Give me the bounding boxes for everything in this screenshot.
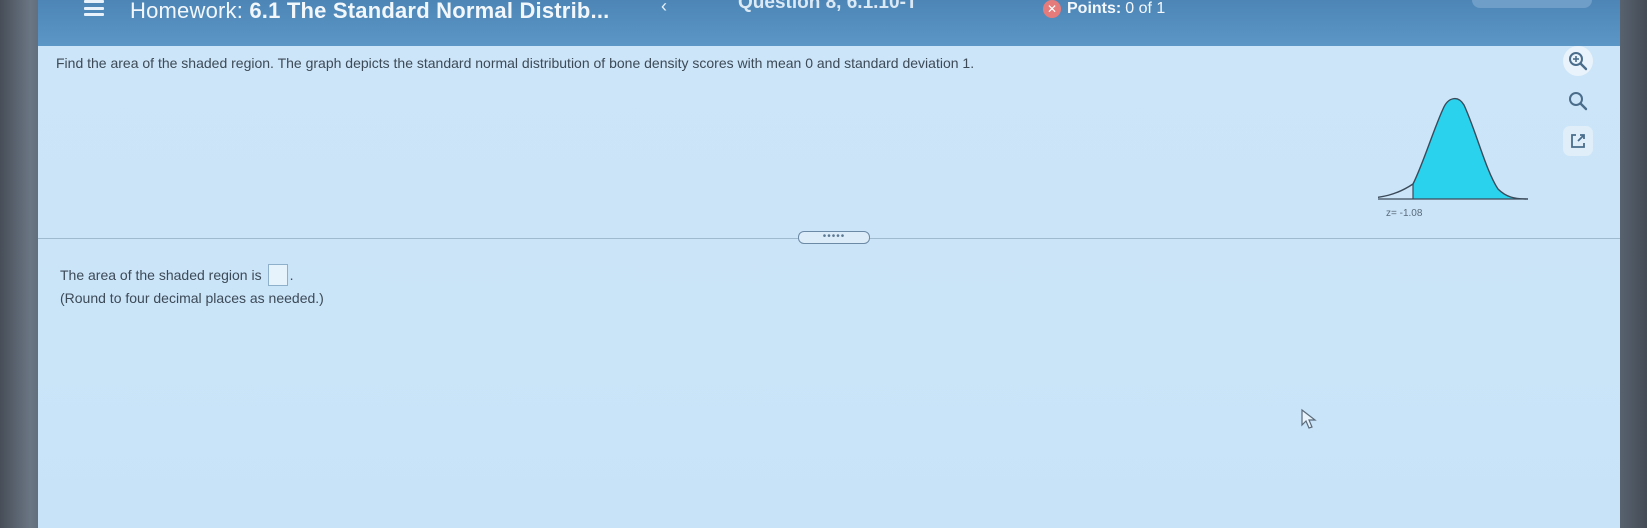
zoom-out-button[interactable] bbox=[1563, 86, 1593, 116]
homework-title: Homework: 6.1 The Standard Normal Distri… bbox=[130, 0, 609, 24]
zoom-out-icon bbox=[1569, 92, 1588, 111]
zoom-in-button[interactable] bbox=[1563, 46, 1593, 76]
browser-screen: Homework: 6.1 The Standard Normal Distri… bbox=[38, 0, 1620, 528]
top-bar: Homework: 6.1 The Standard Normal Distri… bbox=[38, 0, 1620, 46]
points-label: Points: bbox=[1067, 0, 1122, 17]
shaded-region bbox=[1413, 98, 1528, 199]
rounding-hint: (Round to four decimal places as needed.… bbox=[60, 290, 324, 306]
previous-question-button[interactable]: ‹ bbox=[661, 0, 667, 17]
question-text: Find the area of the shaded region. The … bbox=[56, 55, 975, 71]
popout-button[interactable] bbox=[1563, 126, 1593, 156]
question-label: Question 8, 6.1.10-T bbox=[738, 0, 918, 13]
screen-bezel-right bbox=[1617, 0, 1647, 528]
divider-drag-handle[interactable]: ••••• bbox=[798, 231, 870, 244]
points-value: 0 of 1 bbox=[1125, 0, 1166, 17]
hamburger-menu-icon[interactable] bbox=[84, 0, 104, 16]
points-indicator: ✕ Points: 0 of 1 bbox=[1043, 0, 1165, 18]
question-panel: Find the area of the shaded region. The … bbox=[38, 46, 1620, 528]
homework-name: 6.1 The Standard Normal Distrib... bbox=[249, 0, 610, 23]
incorrect-x-icon: ✕ bbox=[1043, 0, 1061, 18]
homework-prefix: Homework: bbox=[130, 0, 244, 23]
mouse-pointer-icon bbox=[1301, 408, 1317, 429]
zoom-in-icon bbox=[1569, 52, 1588, 71]
answer-line: The area of the shaded region is . bbox=[60, 264, 293, 286]
popout-icon bbox=[1571, 134, 1585, 148]
answer-input[interactable] bbox=[267, 264, 288, 286]
top-right-button[interactable] bbox=[1472, 0, 1592, 8]
answer-prompt: The area of the shaded region is bbox=[60, 267, 262, 283]
z-value-label: z= -1.08 bbox=[1386, 208, 1423, 219]
answer-period: . bbox=[289, 267, 294, 283]
